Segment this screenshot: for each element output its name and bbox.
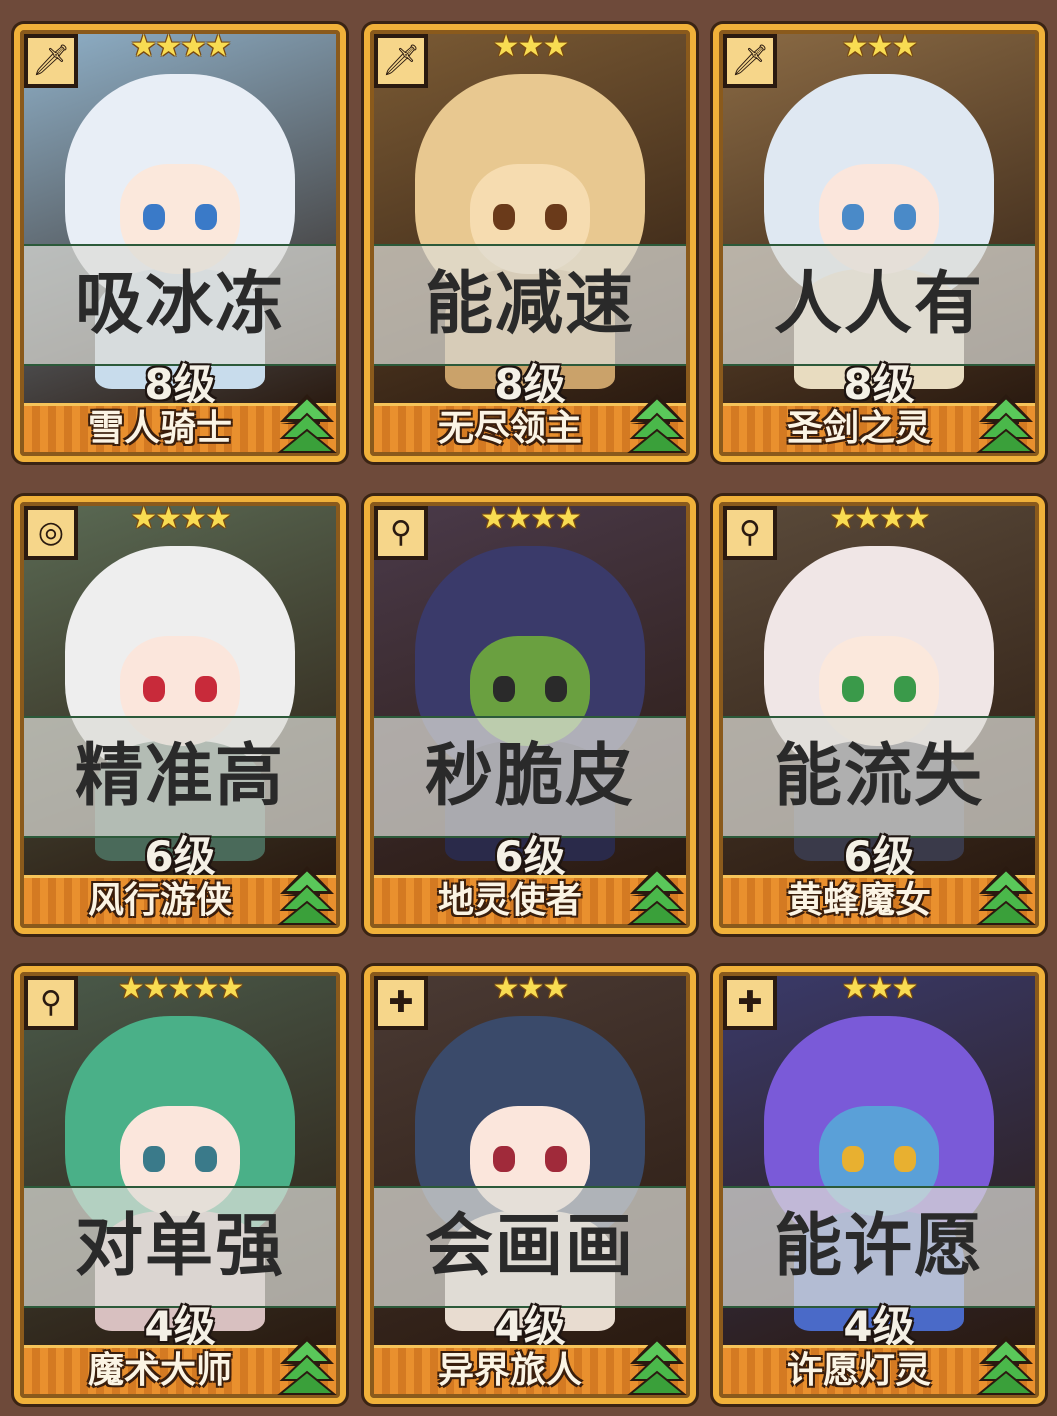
star-rating: ★★★★: [829, 501, 931, 536]
holy-cross-icon: ✚: [723, 976, 777, 1030]
upgrade-arrow-icon[interactable]: [276, 864, 338, 926]
skill-overlay: 对单强: [24, 1186, 336, 1308]
hero-portrait: 能流失 6级: [723, 506, 1035, 878]
hero-portrait: 会画画 4级: [374, 976, 686, 1348]
hero-eye-left: [493, 204, 515, 230]
star-rating: ★★★★: [480, 501, 582, 536]
hero-name: 风行游侠: [87, 880, 232, 921]
star-rating: ★★★★: [130, 501, 232, 536]
skill-label: 会画画: [424, 1207, 635, 1286]
hero-portrait: 秒脆皮 6级: [374, 506, 686, 878]
hero-portrait: 能减速 8级: [374, 34, 686, 406]
hero-eye-right: [545, 1146, 567, 1172]
hero-name: 黄蜂魔女: [786, 880, 931, 921]
upgrade-arrow-icon[interactable]: [626, 1334, 688, 1396]
star-rating: ★★★★★: [117, 971, 244, 1006]
hero-eye-right: [894, 204, 916, 230]
skill-overlay: 秒脆皮: [374, 716, 686, 838]
skill-overlay: 能流失: [723, 716, 1035, 838]
sword-icon: 🗡: [374, 34, 428, 88]
skill-label: 能流失: [773, 737, 984, 816]
hero-card[interactable]: 能许愿 4级 ✚ ★★★ 许愿灯灵: [713, 966, 1045, 1404]
hero-name: 圣剑之灵: [786, 408, 931, 449]
hero-eye-right: [195, 204, 217, 230]
hero-eye-left: [143, 1146, 165, 1172]
upgrade-arrow-icon[interactable]: [626, 864, 688, 926]
hero-card[interactable]: 对单强 4级 ⚲ ★★★★★ 魔术大师: [14, 966, 346, 1404]
hero-eye-right: [894, 1146, 916, 1172]
skill-label: 对单强: [74, 1207, 285, 1286]
upgrade-arrow-icon[interactable]: [975, 392, 1037, 454]
hero-card[interactable]: 精准高 6级 ◎ ★★★★ 风行游侠: [14, 496, 346, 934]
skill-label: 能减速: [424, 265, 635, 344]
hero-name: 地灵使者: [437, 880, 582, 921]
skill-label: 精准高: [74, 737, 285, 816]
skill-label: 能许愿: [773, 1207, 984, 1286]
hero-card[interactable]: 能减速 8级 🗡 ★★★ 无尽领主: [364, 24, 696, 462]
skill-overlay: 人人有: [723, 244, 1035, 366]
hero-eye-right: [195, 1146, 217, 1172]
upgrade-arrow-icon[interactable]: [975, 864, 1037, 926]
hero-portrait: 人人有 8级: [723, 34, 1035, 406]
hero-eye-left: [493, 676, 515, 702]
skill-label: 秒脆皮: [424, 737, 635, 816]
skill-label: 人人有: [773, 265, 984, 344]
hero-eye-right: [195, 676, 217, 702]
star-rating: ★★★: [841, 971, 919, 1006]
sword-icon: 🗡: [723, 34, 777, 88]
star-rating: ★★★★: [130, 29, 232, 64]
staff-icon: ⚲: [374, 506, 428, 560]
upgrade-arrow-icon[interactable]: [276, 392, 338, 454]
hero-card[interactable]: 能流失 6级 ⚲ ★★★★ 黄蜂魔女: [713, 496, 1045, 934]
upgrade-arrow-icon[interactable]: [626, 392, 688, 454]
star-rating: ★★★: [492, 971, 570, 1006]
skill-overlay: 能减速: [374, 244, 686, 366]
staff-icon: ⚲: [723, 506, 777, 560]
skill-label: 吸冰冻: [74, 265, 285, 344]
staff-icon: ⚲: [24, 976, 78, 1030]
hero-name: 魔术大师: [87, 1350, 232, 1391]
hero-card[interactable]: 人人有 8级 🗡 ★★★ 圣剑之灵: [713, 24, 1045, 462]
sword-icon: 🗡: [24, 34, 78, 88]
hero-name: 异界旅人: [437, 1350, 582, 1391]
target-icon: ◎: [24, 506, 78, 560]
hero-name: 雪人骑士: [87, 408, 232, 449]
skill-overlay: 精准高: [24, 716, 336, 838]
hero-card[interactable]: 会画画 4级 ✚ ★★★ 异界旅人: [364, 966, 696, 1404]
hero-name: 许愿灯灵: [786, 1350, 931, 1391]
hero-eye-left: [143, 204, 165, 230]
hero-portrait: 精准高 6级: [24, 506, 336, 878]
hero-eye-left: [143, 676, 165, 702]
hero-portrait: 对单强 4级: [24, 976, 336, 1348]
hero-eye-left: [842, 1146, 864, 1172]
upgrade-arrow-icon[interactable]: [276, 1334, 338, 1396]
hero-portrait: 吸冰冻 8级: [24, 34, 336, 406]
star-rating: ★★★: [492, 29, 570, 64]
hero-eye-right: [545, 676, 567, 702]
hero-eye-left: [842, 676, 864, 702]
hero-eye-left: [493, 1146, 515, 1172]
skill-overlay: 能许愿: [723, 1186, 1035, 1308]
hero-name: 无尽领主: [437, 408, 582, 449]
hero-card[interactable]: 吸冰冻 8级 🗡 ★★★★ 雪人骑士: [14, 24, 346, 462]
upgrade-arrow-icon[interactable]: [975, 1334, 1037, 1396]
skill-overlay: 吸冰冻: [24, 244, 336, 366]
hero-card-grid: 吸冰冻 8级 🗡 ★★★★ 雪人骑士 能减速 8级 🗡 ★★★ 无尽领主 人人有…: [0, 0, 1057, 1416]
hero-card[interactable]: 秒脆皮 6级 ⚲ ★★★★ 地灵使者: [364, 496, 696, 934]
hero-eye-right: [545, 204, 567, 230]
hero-eye-right: [894, 676, 916, 702]
hero-portrait: 能许愿 4级: [723, 976, 1035, 1348]
hero-eye-left: [842, 204, 864, 230]
star-rating: ★★★: [841, 29, 919, 64]
holy-cross-icon: ✚: [374, 976, 428, 1030]
skill-overlay: 会画画: [374, 1186, 686, 1308]
